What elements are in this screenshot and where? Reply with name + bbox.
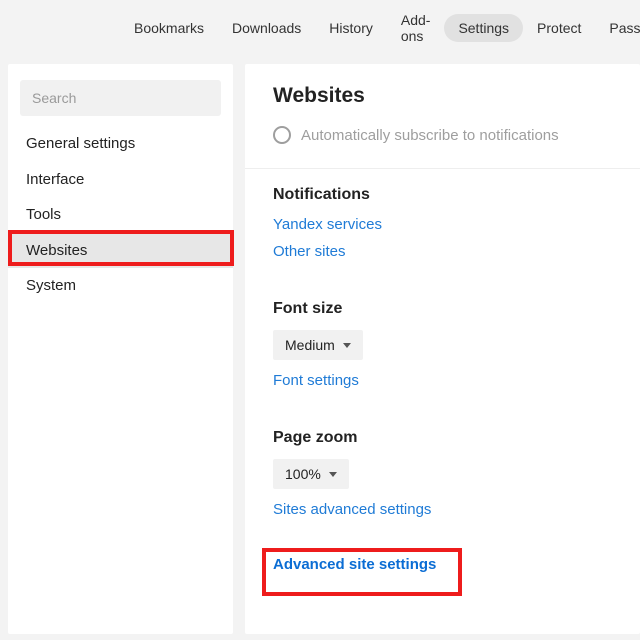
nav-protect[interactable]: Protect: [523, 14, 595, 42]
link-sites-advanced[interactable]: Sites advanced settings: [273, 501, 612, 518]
link-yandex-services[interactable]: Yandex services: [273, 216, 612, 233]
radio-auto-subscribe[interactable]: Automatically subscribe to notifications: [273, 126, 612, 144]
radio-icon: [273, 126, 291, 144]
sidebar-item-general[interactable]: General settings: [8, 126, 233, 162]
section-notifications: Notifications: [273, 186, 612, 204]
section-font-size: Font size: [273, 300, 612, 318]
sidebar: Search General settings Interface Tools …: [8, 64, 233, 634]
top-nav: Bookmarks Downloads History Add-ons Sett…: [0, 0, 640, 56]
nav-password[interactable]: Password: [595, 14, 640, 42]
link-other-sites[interactable]: Other sites: [273, 243, 612, 260]
link-font-settings[interactable]: Font settings: [273, 372, 612, 389]
divider: [245, 168, 640, 169]
nav-bookmarks[interactable]: Bookmarks: [120, 14, 218, 42]
zoom-value: 100%: [285, 466, 321, 482]
nav-settings[interactable]: Settings: [444, 14, 523, 42]
sidebar-item-tools[interactable]: Tools: [8, 197, 233, 233]
chevron-down-icon: [343, 343, 351, 348]
nav-downloads[interactable]: Downloads: [218, 14, 315, 42]
chevron-down-icon: [329, 472, 337, 477]
nav-addons[interactable]: Add-ons: [387, 6, 445, 50]
search-input[interactable]: Search: [20, 80, 221, 116]
font-size-value: Medium: [285, 337, 335, 353]
nav-history[interactable]: History: [315, 14, 387, 42]
sidebar-item-interface[interactable]: Interface: [8, 162, 233, 198]
zoom-select[interactable]: 100%: [273, 459, 349, 489]
link-advanced-site-settings[interactable]: Advanced site settings: [273, 556, 612, 573]
section-page-zoom: Page zoom: [273, 429, 612, 447]
main-panel: Websites Automatically subscribe to noti…: [245, 64, 640, 634]
page-title: Websites: [273, 84, 612, 108]
sidebar-item-system[interactable]: System: [8, 268, 233, 304]
font-size-select[interactable]: Medium: [273, 330, 363, 360]
radio-label: Automatically subscribe to notifications: [301, 127, 559, 144]
sidebar-item-websites[interactable]: Websites: [8, 233, 233, 269]
